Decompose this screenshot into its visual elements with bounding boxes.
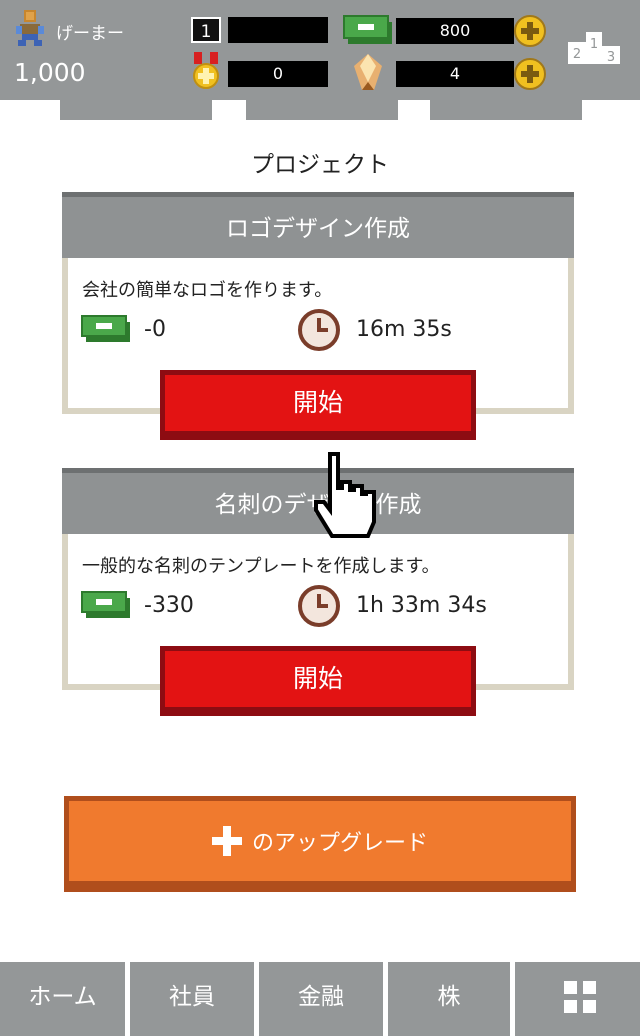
cash-icon [81, 315, 130, 342]
nav-stocks[interactable]: 株 [388, 962, 510, 1036]
rank-number: 1 [191, 17, 221, 43]
card-header: ロゴデザイン作成 [62, 192, 574, 258]
peek-stat-2 [246, 100, 398, 120]
grid-icon [564, 981, 596, 1013]
money-total: 1,000 [14, 58, 86, 87]
username: げーまー [56, 24, 124, 44]
project-description: 会社の簡単なロゴを作ります。 [82, 280, 333, 301]
coin-plus-icon[interactable] [514, 14, 546, 48]
section-title: プロジェクト [251, 152, 389, 178]
person-icon [16, 10, 44, 46]
upgrade-label: のアップグレード [251, 831, 428, 856]
project-description: 一般的な名刺のテンプレートを作成します。 [82, 556, 440, 577]
project-title: ロゴデザイン作成 [226, 216, 410, 242]
podium-label-first: 1 [590, 37, 598, 52]
podium-icon[interactable]: 2 1 3 [566, 30, 622, 66]
start-button[interactable]: 開始 [160, 646, 476, 716]
podium-label-third: 3 [607, 50, 615, 65]
rank-bar [228, 17, 328, 43]
project-cost: -0 [144, 317, 166, 342]
cash-value: 800 [396, 18, 514, 44]
plus-icon [211, 826, 242, 856]
coin-plus-icon[interactable] [514, 57, 546, 91]
clock-icon [298, 309, 340, 351]
peek-stat-3 [430, 100, 582, 120]
upgrade-button[interactable]: のアップグレード [64, 796, 576, 892]
status-header: げーまー 1,000 1 800 0 4 2 1 3 [0, 0, 640, 100]
gems-value: 4 [396, 61, 514, 87]
nav-employees[interactable]: 社員 [130, 962, 254, 1036]
medal-icon [193, 52, 219, 89]
nav-home[interactable]: ホーム [0, 962, 125, 1036]
medals-value: 0 [228, 61, 328, 87]
nav-finance[interactable]: 金融 [259, 962, 383, 1036]
project-card: ロゴデザイン作成 会社の簡単なロゴを作ります。 -0 16m 35s 開始 [62, 192, 574, 440]
podium-label-second: 2 [573, 47, 581, 62]
project-duration: 16m 35s [356, 317, 452, 342]
hand-cursor-icon [314, 452, 376, 538]
peek-stat-1 [60, 100, 212, 120]
project-cost: -330 [144, 593, 194, 618]
start-button[interactable]: 開始 [160, 370, 476, 440]
cash-icon [343, 15, 392, 44]
clock-icon [298, 585, 340, 627]
nav-menu[interactable] [515, 962, 640, 1036]
cash-icon [81, 591, 130, 618]
gem-icon [354, 54, 382, 90]
project-duration: 1h 33m 34s [356, 593, 487, 618]
bottom-nav: ホーム 社員 金融 株 [0, 962, 640, 1036]
